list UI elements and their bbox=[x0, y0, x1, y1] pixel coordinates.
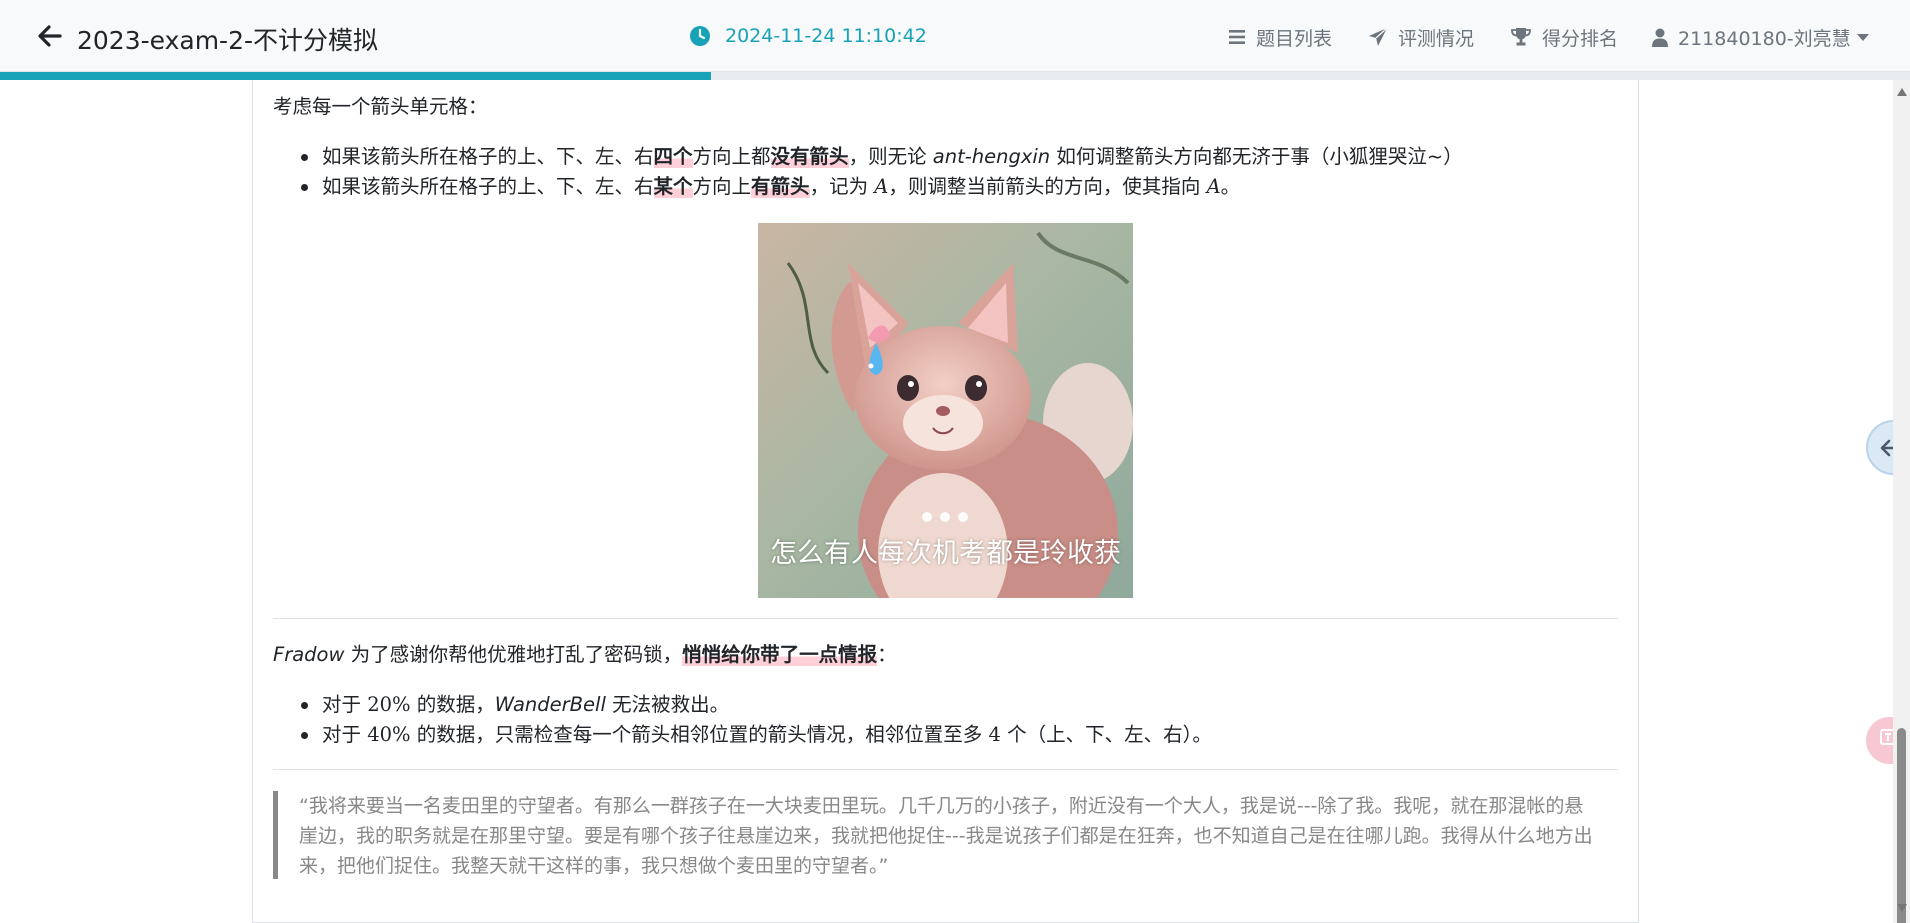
page-title: 2023-exam-2-不计分模拟 bbox=[77, 26, 379, 55]
user-name: 211840180-刘亮慧 bbox=[1678, 27, 1851, 50]
hint-paragraph: Fradow 为了感谢你帮他优雅地打乱了密码锁，悄悄给你带了一点情报： bbox=[273, 643, 897, 666]
meme-image: 怎么有人每次机考都是玲收获 bbox=[758, 223, 1133, 598]
image-caption: 怎么有人每次机考都是玲收获 bbox=[770, 538, 1121, 569]
list-item: 对于 40% 的数据，只需检查每一个箭头相邻位置的箭头情况，相邻位置至多 4 个… bbox=[273, 720, 1212, 750]
chevron-down-icon bbox=[1856, 33, 1869, 41]
nav-problem-list-label: 题目列表 bbox=[1256, 27, 1333, 50]
user-icon bbox=[1652, 28, 1668, 47]
person-name: ant-hengxin bbox=[932, 145, 1051, 168]
math-value: 40% bbox=[367, 723, 411, 746]
scroll-down-arrow[interactable] bbox=[1897, 904, 1907, 912]
nav-submissions[interactable]: 评测情况 bbox=[1368, 24, 1474, 50]
scroll-thumb[interactable] bbox=[1897, 728, 1906, 923]
nav-problem-list[interactable]: 题目列表 bbox=[1228, 24, 1332, 50]
user-menu[interactable]: 211840180-刘亮慧 bbox=[1652, 24, 1869, 50]
highlight-text: 悄悄给你带了一点情报 bbox=[682, 643, 878, 666]
highlight-text: 有箭头 bbox=[751, 175, 810, 198]
nav-ranking-label: 得分排名 bbox=[1542, 27, 1619, 50]
list-icon bbox=[1229, 30, 1245, 44]
trophy-icon bbox=[1511, 28, 1531, 46]
back-button[interactable] bbox=[36, 22, 64, 50]
math-value: 20% bbox=[367, 693, 411, 716]
highlight-text: 某个 bbox=[653, 175, 693, 198]
arrow-left-icon bbox=[38, 25, 62, 47]
hints-list: 对于 20% 的数据，WanderBell 无法被救出。 对于 40% 的数据，… bbox=[273, 690, 1212, 750]
time-progress-fill bbox=[0, 72, 711, 80]
paper-plane-icon bbox=[1369, 27, 1388, 46]
highlight-text: 没有箭头 bbox=[770, 145, 849, 168]
math-value: 4 bbox=[988, 723, 1001, 746]
nav-ranking[interactable]: 得分排名 bbox=[1510, 24, 1618, 50]
list-item: 如果该箭头所在格子的上、下、左、右四个方向上都没有箭头，则无论 ant-heng… bbox=[273, 142, 1463, 172]
list-item: 如果该箭头所在格子的上、下、左、右某个方向上有箭头，记为 A，则调整当前箭头的方… bbox=[273, 172, 1463, 202]
clock-icon bbox=[690, 26, 710, 46]
time-progress-bar bbox=[0, 72, 1910, 80]
scroll-up-arrow[interactable] bbox=[1897, 88, 1907, 96]
person-name: WanderBell bbox=[494, 693, 606, 716]
person-name: Fradow bbox=[273, 643, 345, 666]
current-time: 2024-11-24 11:10:42 bbox=[725, 25, 927, 47]
nav-submissions-label: 评测情况 bbox=[1398, 27, 1475, 50]
intro-paragraph: 考虑每一个箭头单元格： bbox=[273, 95, 488, 118]
blockquote: “我将来要当一名麦田里的守望者。有那么一群孩子在一大块麦田里玩。几千几万的小孩子… bbox=[273, 791, 1618, 879]
divider bbox=[273, 618, 1618, 619]
rules-list: 如果该箭头所在格子的上、下、左、右四个方向上都没有箭头，则无论 ant-heng… bbox=[273, 142, 1463, 202]
list-item: 对于 20% 的数据，WanderBell 无法被救出。 bbox=[273, 690, 1212, 720]
highlight-text: 四个 bbox=[653, 145, 693, 168]
math-variable: A bbox=[874, 175, 889, 198]
divider bbox=[273, 769, 1618, 770]
top-navbar: 2023-exam-2-不计分模拟 2024-11-24 11:10:42 题目… bbox=[0, 0, 1910, 72]
math-variable: A bbox=[1206, 175, 1221, 198]
scrollbar[interactable] bbox=[1893, 80, 1910, 923]
